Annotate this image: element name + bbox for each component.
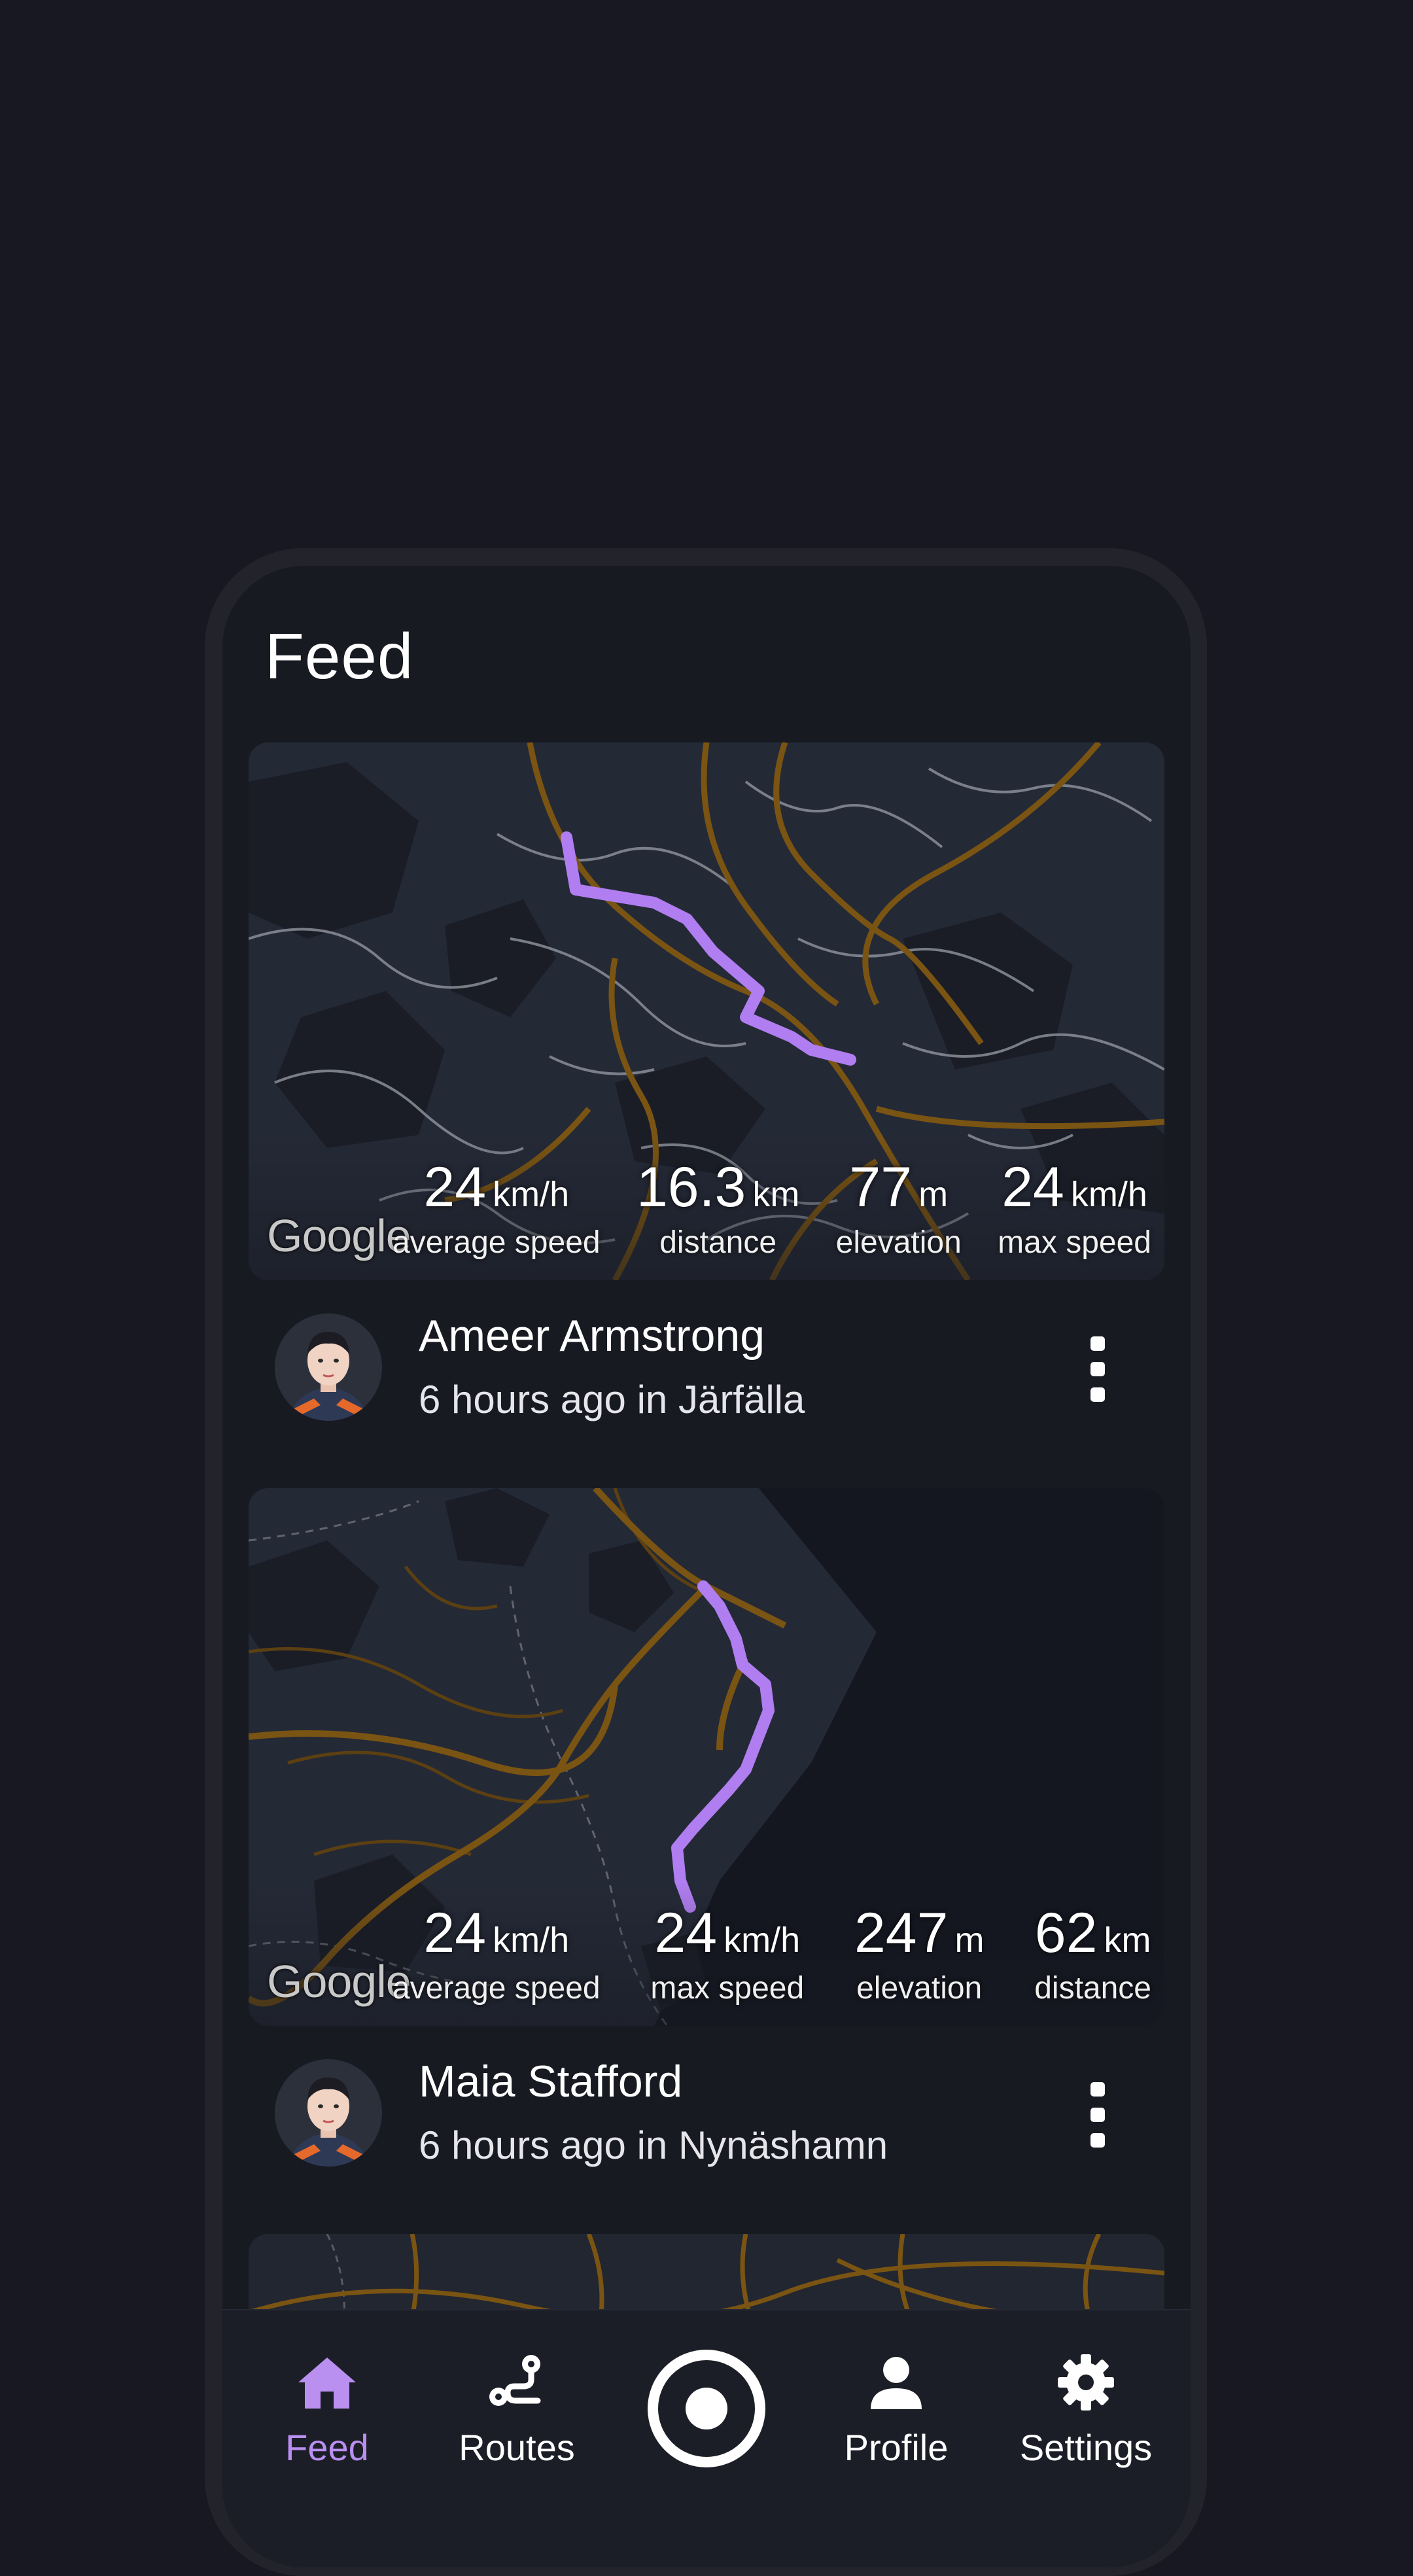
more-vert-icon [1090, 2082, 1105, 2097]
stat-value: 247 [854, 1902, 949, 1964]
record-button[interactable] [648, 2350, 765, 2467]
stat-max-speed: 24 km/h max speed [998, 1159, 1151, 1261]
stat-label: distance [659, 1225, 777, 1260]
stat-label: max speed [650, 1971, 805, 2006]
nav-routes[interactable]: Routes [432, 2346, 602, 2469]
stat-value: 16.3 [636, 1156, 746, 1219]
nav-label: Routes [459, 2427, 575, 2468]
avatar-image [275, 2059, 382, 2167]
stat-max-speed: 24 km/h max speed [650, 1905, 804, 2006]
nav-feed[interactable]: Feed [242, 2346, 412, 2469]
stat-label: average speed [392, 1225, 601, 1260]
post-meta: 6 hours ago in Järfälla [419, 1378, 805, 1421]
person-icon [811, 2346, 981, 2418]
stat-value: 24 [654, 1902, 718, 1964]
more-options-button[interactable] [1078, 2082, 1117, 2148]
stat-unit: m [918, 1175, 949, 1214]
record-icon [686, 2388, 727, 2429]
activity-map[interactable]: Google 24 km/h average speed 24 km/h max s… [249, 1488, 1164, 2026]
stat-unit: m [954, 1921, 985, 1960]
more-options-button[interactable] [1078, 1336, 1117, 1402]
stat-label: elevation [856, 1971, 983, 2006]
nav-label: Feed [285, 2427, 369, 2468]
stat-label: elevation [835, 1225, 962, 1260]
stat-label: average speed [392, 1971, 601, 2006]
activity-map[interactable]: Google 24 km/h average speed 16.3 km dista… [249, 742, 1164, 1280]
stat-distance: 62 km distance [1034, 1905, 1151, 2006]
stat-distance: 16.3 km distance [637, 1159, 799, 1261]
stat-label: distance [1034, 1971, 1151, 2006]
page-title: Feed [265, 620, 414, 692]
google-logo: Google [267, 1956, 411, 2007]
nav-label: Settings [1019, 2427, 1153, 2468]
stat-value: 77 [849, 1156, 913, 1219]
stat-label: max speed [998, 1225, 1151, 1260]
stat-unit: km/h [724, 1921, 801, 1960]
post-header: Maia Stafford 6 hours ago in Nynäshamn [249, 2049, 1164, 2167]
activity-stats: 24 km/h average speed 16.3 km distance 77 m… [392, 1159, 1151, 1261]
activity-stats: 24 km/h average speed 24 km/h max speed 24… [392, 1905, 1151, 2006]
stat-value: 24 [423, 1156, 487, 1219]
gear-icon [1001, 2346, 1171, 2418]
avatar[interactable] [275, 1314, 382, 1421]
stat-elevation: 247 m elevation [854, 1905, 984, 2006]
avatar[interactable] [275, 2059, 382, 2167]
nav-profile[interactable]: Profile [811, 2346, 981, 2469]
home-icon [242, 2346, 412, 2418]
google-logo: Google [267, 1210, 411, 1261]
user-name[interactable]: Maia Stafford [419, 2056, 682, 2107]
stat-unit: km/h [1070, 1175, 1147, 1214]
stat-average-speed: 24 km/h average speed [392, 1905, 601, 2006]
stat-unit: km [1104, 1921, 1151, 1960]
stat-unit: km/h [493, 1921, 570, 1960]
user-name[interactable]: Ameer Armstrong [419, 1310, 765, 1361]
stat-elevation: 77 m elevation [836, 1159, 962, 1261]
post-meta: 6 hours ago in Nynäshamn [419, 2123, 888, 2167]
nav-settings[interactable]: Settings [1001, 2346, 1171, 2469]
stat-value: 24 [423, 1902, 487, 1964]
avatar-image [275, 1314, 382, 1421]
route-icon [432, 2346, 602, 2418]
stat-unit: km [752, 1175, 800, 1214]
bottom-navigation: Feed Routes Profile Settings [222, 2309, 1191, 2567]
phone-screen: Feed Google 24 km/h average speed 16.3 k… [222, 566, 1191, 2567]
stat-value: 62 [1034, 1902, 1098, 1964]
stat-unit: km/h [493, 1175, 570, 1214]
nav-label: Profile [844, 2427, 949, 2468]
post-header: Ameer Armstrong 6 hours ago in Järfälla [249, 1304, 1164, 1421]
stat-average-speed: 24 km/h average speed [392, 1159, 601, 1261]
stat-value: 24 [1002, 1156, 1064, 1219]
more-vert-icon [1090, 1336, 1105, 1351]
